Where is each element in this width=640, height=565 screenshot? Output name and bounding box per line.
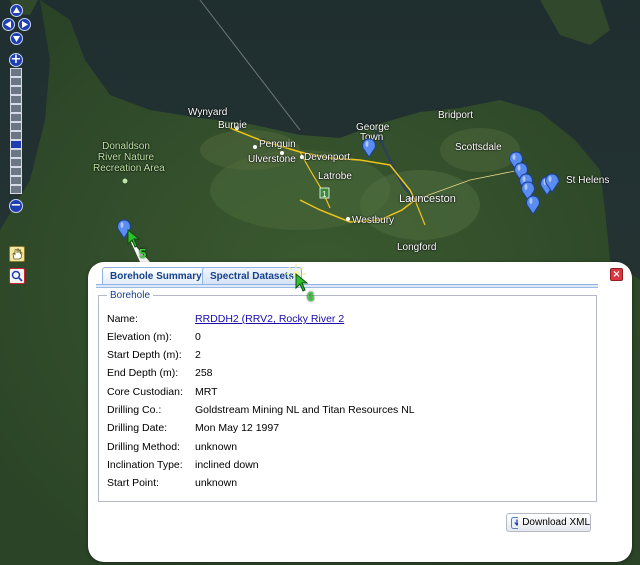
fieldset-legend: Borehole xyxy=(110,290,151,301)
row-value: inclined down xyxy=(195,459,259,471)
zoom-box-tool-button[interactable] xyxy=(9,268,25,284)
label-wynyard: Wynyard xyxy=(188,107,228,118)
label-town: Town xyxy=(360,132,384,143)
arrow-up-icon xyxy=(13,7,20,13)
borehole-name-link[interactable]: RRDDH2 (RRV2, Rocky River 2 xyxy=(195,313,344,325)
label-latrobe: Latrobe xyxy=(318,171,352,182)
zoom-slider-handle[interactable] xyxy=(10,140,22,149)
row-label: Start Depth (m): xyxy=(107,349,182,361)
label-st-helens: St Helens xyxy=(566,175,610,186)
row-label: Inclination Type: xyxy=(107,459,183,471)
label-penguin: Penguin xyxy=(259,139,296,150)
label-longford: Longford xyxy=(397,242,437,253)
tab-borehole-summary[interactable]: Borehole Summary xyxy=(102,267,210,285)
label-ulverstone: Ulverstone xyxy=(248,154,296,165)
zoom-in-button[interactable]: + xyxy=(9,53,23,67)
zoom-level-step[interactable] xyxy=(10,113,22,122)
pan-up-button[interactable] xyxy=(10,4,23,17)
pan-tool-button[interactable] xyxy=(9,246,25,262)
zoom-level-step[interactable] xyxy=(10,185,22,194)
park-label-line-3: Recreation Area xyxy=(93,163,165,174)
row-value: MRT xyxy=(195,386,218,398)
label-burnie: Burnie xyxy=(218,120,247,131)
highway-shield-label: 1 xyxy=(322,190,327,199)
park-label: Donaldson River Nature Recreation Area xyxy=(93,141,165,174)
download-xml-label: Download XML xyxy=(522,517,590,528)
step-callout-5: 5 xyxy=(139,246,147,261)
zoom-level-step[interactable] xyxy=(10,104,22,113)
row-value: unknown xyxy=(195,441,238,453)
label-launceston: Launceston xyxy=(399,193,456,205)
park-label-line-1: Donaldson xyxy=(102,141,150,152)
row-label: Drilling Co.: xyxy=(107,404,162,416)
label-westbury: Westbury xyxy=(352,215,395,226)
zoom-level-step[interactable] xyxy=(10,77,22,86)
hand-icon xyxy=(12,248,23,260)
row-label: Name: xyxy=(107,313,138,325)
pan-right-button[interactable] xyxy=(18,18,31,31)
tab-strip xyxy=(96,284,598,288)
row-value: Mon May 12 1997 xyxy=(195,422,280,434)
row-label: Core Custodian: xyxy=(107,386,183,398)
zoom-level-step[interactable] xyxy=(10,68,22,77)
click-burst-cursor-icon xyxy=(286,264,309,292)
pan-down-button[interactable] xyxy=(10,32,23,45)
zoom-level-step[interactable] xyxy=(10,131,22,140)
row-label: Drilling Date: xyxy=(107,422,168,434)
arrow-down-icon xyxy=(13,36,20,42)
row-label: Elevation (m): xyxy=(107,331,172,343)
zoom-level-step[interactable] xyxy=(10,86,22,95)
zoom-out-button[interactable]: − xyxy=(9,199,23,213)
zoom-level-step[interactable] xyxy=(10,95,22,104)
row-label: Drilling Method: xyxy=(107,441,180,453)
zoom-level-step[interactable] xyxy=(10,176,22,185)
pan-left-button[interactable] xyxy=(2,18,15,31)
step-callout-6: 6 xyxy=(307,289,315,304)
magnifier-icon xyxy=(11,270,23,282)
label-bridport: Bridport xyxy=(438,110,474,121)
row-label: End Depth (m): xyxy=(107,367,179,379)
row-value: Goldstream Mining NL and Titan Resources… xyxy=(195,404,415,416)
row-value: unknown xyxy=(195,477,238,489)
arrow-left-icon xyxy=(5,21,11,28)
row-value: 2 xyxy=(195,349,201,361)
close-popup-button[interactable]: × xyxy=(610,268,623,281)
download-icon xyxy=(511,516,519,529)
arrow-right-icon xyxy=(22,21,28,28)
label-devonport: Devonport xyxy=(304,152,351,163)
zoom-level-step[interactable] xyxy=(10,158,22,167)
row-value: 258 xyxy=(195,367,213,379)
row-value: 0 xyxy=(195,331,201,343)
row-label: Start Point: xyxy=(107,477,159,489)
zoom-level-step[interactable] xyxy=(10,122,22,131)
zoom-level-step[interactable] xyxy=(10,167,22,176)
park-label-line-2: River Nature xyxy=(97,152,155,163)
sea-label xyxy=(238,38,241,49)
zoom-level-step[interactable] xyxy=(10,149,22,158)
download-xml-button[interactable]: Download XML xyxy=(506,513,591,532)
label-scottsdale: Scottsdale xyxy=(455,142,502,153)
